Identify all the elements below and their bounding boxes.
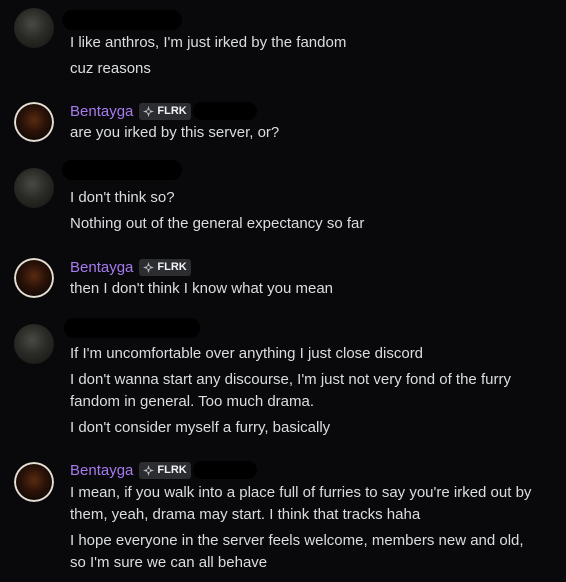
clan-tag-label: FLRK [157, 464, 187, 476]
message-text: I don't consider myself a furry, basical… [70, 419, 331, 436]
message-text: Nothing out of the general expectancy so… [70, 215, 365, 232]
message-group: I like anthros, I'm just irked by the fa… [0, 0, 566, 90]
author-name[interactable]: Bentayga [70, 462, 133, 479]
redacted-username [62, 160, 182, 180]
message-text: I mean, if you walk into a place full of… [70, 484, 532, 501]
message-text: I don't think so? [70, 189, 175, 206]
avatar[interactable] [14, 258, 54, 298]
message-text: are you irked by this server, or? [70, 124, 280, 141]
message-text: fandom in general. Too much drama. [70, 393, 315, 410]
redacted-username [62, 10, 182, 30]
redacted-decoration [192, 102, 257, 120]
message-group: Bentayga FLRK then I don't think I know … [0, 252, 566, 302]
sparkle-icon [143, 464, 155, 476]
author-row: Bentayga FLRK [70, 257, 191, 277]
clan-tag[interactable]: FLRK [139, 258, 191, 276]
author-name[interactable]: Bentayga [70, 259, 133, 276]
message-text: so I'm sure we can all behave [70, 554, 268, 571]
avatar[interactable] [14, 8, 54, 48]
sparkle-icon [143, 105, 155, 117]
clan-tag-label: FLRK [157, 261, 187, 273]
message-group: Bentayga FLRK are you irked by this serv… [0, 96, 566, 146]
message-text: If I'm uncomfortable over anything I jus… [70, 345, 424, 362]
avatar[interactable] [14, 462, 54, 502]
avatar[interactable] [14, 168, 54, 208]
clan-tag-label: FLRK [157, 105, 187, 117]
message-text: I like anthros, I'm just irked by the fa… [70, 34, 347, 51]
message-text: I hope everyone in the server feels welc… [70, 532, 524, 549]
sparkle-icon [143, 261, 155, 273]
author-name[interactable]: Bentayga [70, 103, 133, 120]
message-text: I don't wanna start any discourse, I'm j… [70, 371, 511, 388]
author-row: Bentayga FLRK [70, 101, 257, 121]
redacted-decoration [192, 461, 257, 479]
message-group: Bentayga FLRK I mean, if you walk into a… [0, 458, 566, 582]
author-row: Bentayga FLRK [70, 460, 257, 480]
clan-tag[interactable]: FLRK [139, 461, 191, 479]
clan-tag[interactable]: FLRK [139, 102, 191, 120]
message-group: I don't think so? Nothing out of the gen… [0, 160, 566, 240]
message-text: then I don't think I know what you mean [70, 280, 334, 297]
message-group: If I'm uncomfortable over anything I jus… [0, 316, 566, 446]
message-text: cuz reasons [70, 60, 151, 77]
avatar[interactable] [14, 324, 54, 364]
avatar[interactable] [14, 102, 54, 142]
message-text: them, yeah, drama may start. I think tha… [70, 506, 421, 523]
redacted-username [64, 318, 200, 338]
